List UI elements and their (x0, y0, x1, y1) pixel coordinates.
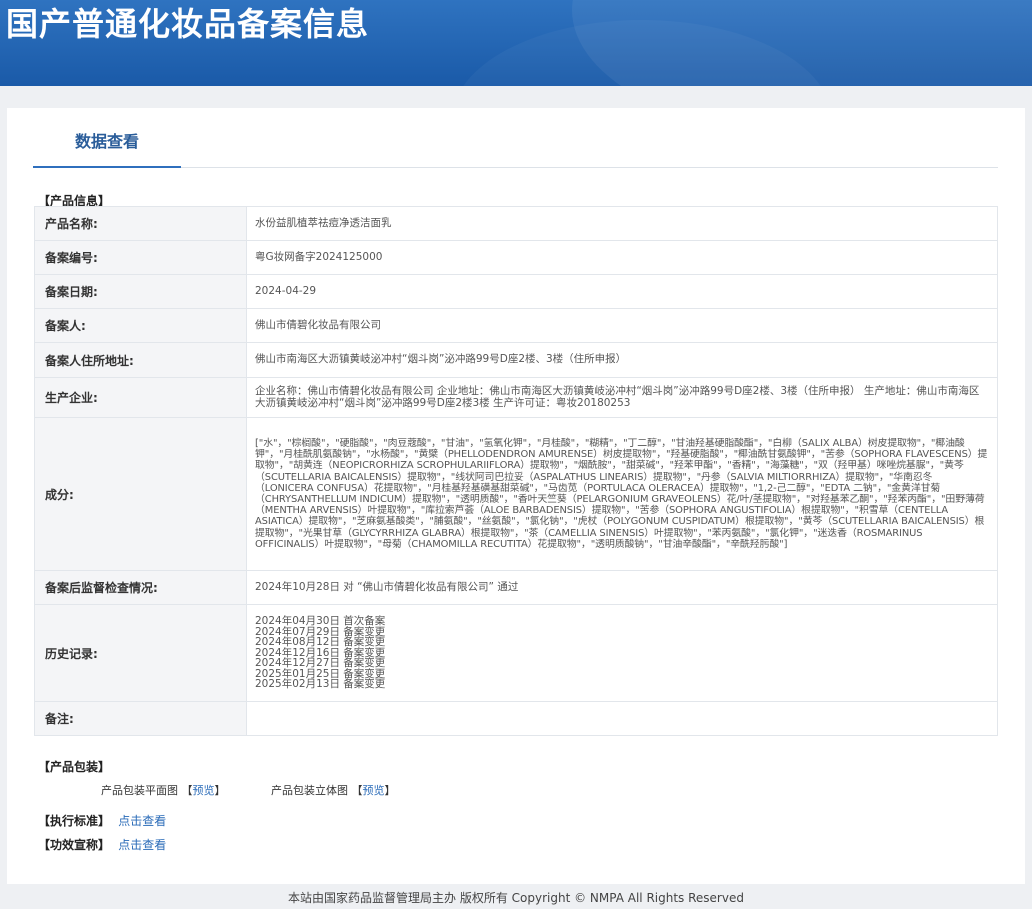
row-label: 备案日期: (34, 274, 247, 309)
producer-value: 企业名称：佛山市倩碧化妆品有限公司 企业地址：佛山市南海区大沥镇黄岐泌冲村“烟斗… (246, 377, 998, 418)
section-title-packaging: 【产品包装】 (38, 760, 111, 774)
packaging-flat: 产品包装平面图 【预览】 (101, 782, 226, 798)
remarks-value (246, 701, 998, 736)
table-row: 产品名称: 水份益肌植萃祛痘净透洁面乳 (34, 206, 998, 241)
row-label: 备案人: (34, 308, 247, 343)
page-footer: 本站由国家药品监督管理局主办 版权所有 Copyright © NMPA All… (288, 891, 744, 905)
efficacy-view-link[interactable]: 点击查看 (118, 838, 166, 852)
history-entry: 2025年02月13日 备案变更 (255, 678, 386, 691)
inspection-value: 2024年10月28日 对 “佛山市倩碧化妆品有限公司” 通过 (246, 570, 998, 605)
packaging-solid-preview-link[interactable]: 预览 (363, 784, 385, 797)
standard-title: 【执行标准】 (38, 814, 111, 828)
ingredients-value: ["水"，"棕榈酸"，"硬脂酸"，"肉豆蔻酸"，"甘油"，"氢氧化钾"，"月桂酸… (246, 417, 998, 571)
packaging-flat-label: 产品包装平面图 (101, 784, 178, 797)
page-title: 国产普通化妆品备案信息 (6, 5, 370, 43)
row-label: 备案人住所地址: (34, 342, 247, 378)
table-row: 备案后监督检查情况: 2024年10月28日 对 “佛山市倩碧化妆品有限公司” … (34, 570, 998, 605)
bracket-open: 【 (181, 784, 193, 797)
packaging-flat-preview-link[interactable]: 预览 (193, 784, 215, 797)
packaging-solid-label: 产品包装立体图 (271, 784, 348, 797)
table-row: 生产企业: 企业名称：佛山市倩碧化妆品有限公司 企业地址：佛山市南海区大沥镇黄岐… (34, 377, 998, 418)
section-title-standard: 【执行标准】 点击查看 (38, 812, 166, 829)
table-row: 历史记录: 2024年04月30日 首次备案 2024年07月29日 备案变更 … (34, 604, 998, 702)
bracket-open: 【 (351, 784, 363, 797)
table-row: 备案编号: 粤G妆网备字2024125000 (34, 240, 998, 275)
address-value: 佛山市南海区大沥镇黄岐泌冲村“烟斗岗”泌冲路99号D座2楼、3楼（住所申报） (246, 342, 998, 378)
tab-data-view[interactable]: 数据查看 (33, 110, 181, 168)
row-label: 历史记录: (34, 604, 247, 702)
table-row: 备案日期: 2024-04-29 (34, 274, 998, 309)
row-label: 备案后监督检查情况: (34, 570, 247, 605)
row-label: 备案编号: (34, 240, 247, 275)
record-date-value: 2024-04-29 (246, 274, 998, 309)
history-value: 2024年04月30日 首次备案 2024年07月29日 备案变更 2024年0… (246, 604, 998, 702)
bracket-close: 】 (214, 784, 226, 797)
table-row: 成分: ["水"，"棕榈酸"，"硬脂酸"，"肉豆蔻酸"，"甘油"，"氢氧化钾"，… (34, 417, 998, 571)
tab-bar: 数据查看 (33, 110, 998, 168)
section-title-efficacy: 【功效宣称】 点击查看 (38, 836, 166, 853)
efficacy-title: 【功效宣称】 (38, 838, 111, 852)
row-label: 成分: (34, 417, 247, 571)
bracket-close: 】 (384, 784, 396, 797)
packaging-solid: 产品包装立体图 【预览】 (271, 782, 396, 798)
row-label: 生产企业: (34, 377, 247, 418)
table-row: 备注: (34, 701, 998, 736)
product-name-value: 水份益肌植萃祛痘净透洁面乳 (246, 206, 998, 241)
page-header: 国产普通化妆品备案信息 (0, 0, 1032, 86)
table-row: 备案人: 佛山市倩碧化妆品有限公司 (34, 308, 998, 343)
standard-view-link[interactable]: 点击查看 (118, 814, 166, 828)
row-label: 备注: (34, 701, 247, 736)
record-number-value: 粤G妆网备字2024125000 (246, 240, 998, 275)
row-label: 产品名称: (34, 206, 247, 241)
table-row: 备案人住所地址: 佛山市南海区大沥镇黄岐泌冲村“烟斗岗”泌冲路99号D座2楼、3… (34, 342, 998, 378)
registrant-value: 佛山市倩碧化妆品有限公司 (246, 308, 998, 343)
product-info-table: 产品名称: 水份益肌植萃祛痘净透洁面乳 备案编号: 粤G妆网备字20241250… (34, 206, 998, 736)
